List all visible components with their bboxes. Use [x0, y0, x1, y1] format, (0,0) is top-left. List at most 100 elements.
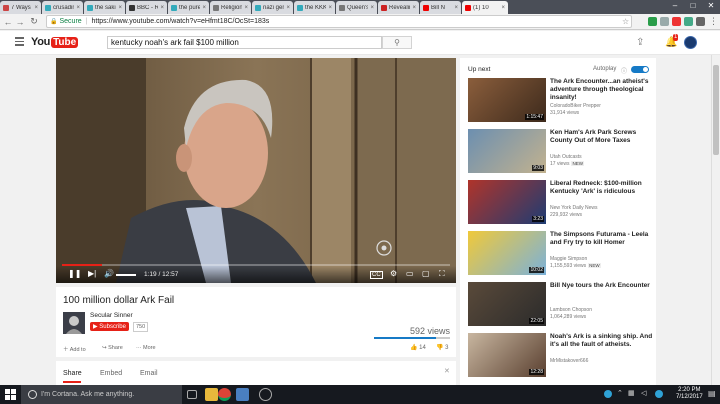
recommended-video-title[interactable]: The Simpsons Futurama - Leela and Fry tr… [550, 231, 654, 247]
share-button[interactable]: ↪ Share [102, 345, 123, 351]
subscribe-button[interactable]: ▶ Subscribe [90, 322, 129, 331]
tab-close-icon[interactable]: × [286, 5, 290, 11]
captions-icon[interactable]: CC [370, 271, 383, 279]
forward-icon[interactable]: → [14, 17, 26, 27]
recommended-video[interactable]: 10:02 The Simpsons Futurama - Leela and F… [468, 231, 654, 277]
video-thumbnail[interactable]: 9:03 [468, 129, 546, 173]
recommended-video[interactable]: 22:05 Bill Nye tours the Ark Encounter Lam… [468, 282, 654, 328]
tab-email[interactable]: Email [140, 370, 158, 377]
browser-tab[interactable]: Bill N × [420, 1, 461, 14]
browser-tab[interactable]: the KKK × [294, 1, 335, 14]
bookmark-star-icon[interactable]: ☆ [622, 17, 629, 26]
tab-close-icon[interactable]: × [328, 5, 332, 11]
recommended-video[interactable]: 3:23 Liberal Redneck: $100-million Kentuc… [468, 180, 654, 226]
scrollbar-thumb[interactable] [713, 65, 719, 155]
network-icon[interactable]: ▦ [628, 389, 635, 397]
guide-menu-icon[interactable] [15, 37, 24, 46]
video-thumbnail[interactable]: 22:05 [468, 282, 546, 326]
tray-icon[interactable] [604, 390, 612, 398]
task-view-icon[interactable] [187, 390, 197, 399]
extension-icon[interactable] [648, 17, 657, 26]
browser-tab[interactable]: Religion × [210, 1, 251, 14]
recommended-video[interactable]: 1:15:47 The Ark Encounter...an atheist's … [468, 78, 654, 124]
tray-chevron-icon[interactable]: ⌃ [617, 389, 623, 397]
tray-app-icon[interactable] [655, 390, 663, 398]
recommended-video-title[interactable]: Noah's Ark is a sinking ship. And it's a… [550, 333, 654, 349]
tab-embed[interactable]: Embed [100, 370, 122, 377]
account-avatar[interactable] [684, 36, 697, 49]
page-scrollbar[interactable] [711, 55, 720, 385]
tab-close-icon[interactable]: × [454, 5, 458, 11]
browser-tab[interactable]: Queen's × [336, 1, 377, 14]
close-icon[interactable]: ✕ [444, 367, 450, 375]
taskbar-app-icon[interactable] [236, 388, 249, 401]
extension-icon[interactable] [672, 17, 681, 26]
file-explorer-icon[interactable] [205, 388, 218, 401]
tab-close-icon[interactable]: × [244, 5, 248, 11]
video-player[interactable]: ❚❚ ▶| 🔊 1:19 / 12:57 CC ⚙ ▭ ▢ ⛶ [56, 58, 456, 283]
close-icon[interactable]: ✕ [702, 0, 720, 12]
recommended-video-title[interactable]: Liberal Redneck: $100-million Kentucky '… [550, 180, 654, 196]
menu-icon[interactable]: ⋮ [709, 16, 718, 27]
tab-close-icon[interactable]: × [76, 5, 80, 11]
tab-close-icon[interactable]: × [202, 5, 206, 11]
chrome-icon[interactable] [218, 388, 231, 401]
minimize-icon[interactable]: – [666, 0, 684, 12]
video-thumbnail[interactable]: 1:15:47 [468, 78, 546, 122]
browser-tab[interactable]: the pure × [168, 1, 209, 14]
pause-icon[interactable]: ❚❚ [68, 269, 81, 278]
info-icon[interactable]: ⓘ [621, 66, 627, 75]
browser-tab[interactable]: crusadin × [42, 1, 83, 14]
extension-icon[interactable] [684, 17, 693, 26]
volume-icon[interactable]: 🔊 [104, 269, 114, 278]
taskbar-app-icon[interactable] [259, 388, 272, 401]
action-center-icon[interactable]: ▤ [708, 389, 716, 398]
recommended-video-title[interactable]: Ken Ham's Ark Park Screws County Out of … [550, 129, 654, 145]
recommended-video[interactable]: 12:28 Noah's Ark is a sinking ship. And i… [468, 333, 654, 379]
like-button[interactable]: 👍 14 [410, 344, 426, 351]
channel-avatar[interactable] [63, 312, 85, 334]
next-icon[interactable]: ▶| [88, 269, 96, 278]
tab-close-icon[interactable]: × [34, 5, 38, 11]
video-thumbnail[interactable]: 12:28 [468, 333, 546, 377]
settings-gear-icon[interactable]: ⚙ [390, 269, 397, 278]
miniplayer-icon[interactable]: ▭ [406, 269, 414, 278]
tab-close-icon[interactable]: × [370, 5, 374, 11]
cortana-search-box[interactable]: I'm Cortana. Ask me anything. [21, 385, 182, 404]
windows-start-icon[interactable] [5, 389, 16, 400]
tab-close-icon[interactable]: × [160, 5, 164, 11]
upload-icon[interactable]: ⇪ [636, 37, 644, 48]
recommended-video[interactable]: 9:03 Ken Ham's Ark Park Screws County Out… [468, 129, 654, 175]
tab-close-icon[interactable]: × [501, 5, 505, 11]
reload-icon[interactable]: ↻ [28, 16, 40, 27]
cast-icon[interactable]: ▢ [422, 269, 430, 278]
more-button[interactable]: ··· More [136, 345, 156, 351]
tab-share[interactable]: Share [63, 370, 82, 377]
tab-close-icon[interactable]: × [118, 5, 122, 11]
autoplay-toggle[interactable] [631, 66, 649, 73]
recommended-video-title[interactable]: Bill Nye tours the Ark Encounter [550, 282, 654, 290]
browser-tab[interactable]: 7 Ways × [0, 1, 41, 14]
taskbar-clock[interactable]: 2:20 PM 7/12/2017 [676, 387, 703, 401]
browser-tab[interactable]: nazi gen × [252, 1, 293, 14]
extension-icon[interactable] [660, 17, 669, 26]
extension-icon[interactable] [696, 17, 705, 26]
tab-close-icon[interactable]: × [412, 5, 416, 11]
back-icon[interactable]: ← [2, 17, 14, 27]
browser-tab[interactable]: (1) 10 × [462, 1, 508, 14]
browser-tab[interactable]: BBC - Re× [126, 1, 167, 14]
volume-slider[interactable] [116, 274, 136, 276]
search-input[interactable]: kentucky noah's ark fail $100 million [107, 36, 382, 49]
youtube-logo[interactable]: You Tube [31, 36, 79, 48]
speaker-icon[interactable]: ◁ [641, 389, 646, 397]
search-button[interactable]: ⚲ [382, 36, 412, 49]
video-thumbnail[interactable]: 10:02 [468, 231, 546, 275]
video-thumbnail[interactable]: 3:23 [468, 180, 546, 224]
url-bar[interactable]: 🔒 Secure | https://www.youtube.com/watch… [46, 15, 632, 28]
recommended-video-title[interactable]: The Ark Encounter...an atheist's adventu… [550, 78, 654, 102]
fullscreen-icon[interactable]: ⛶ [439, 269, 445, 279]
browser-tab[interactable]: Revealing× [378, 1, 419, 14]
channel-name[interactable]: Secular Sinner [90, 312, 133, 319]
add-to-button[interactable]: ＋ Add to [63, 345, 86, 353]
dislike-button[interactable]: 👎 3 [436, 344, 448, 351]
